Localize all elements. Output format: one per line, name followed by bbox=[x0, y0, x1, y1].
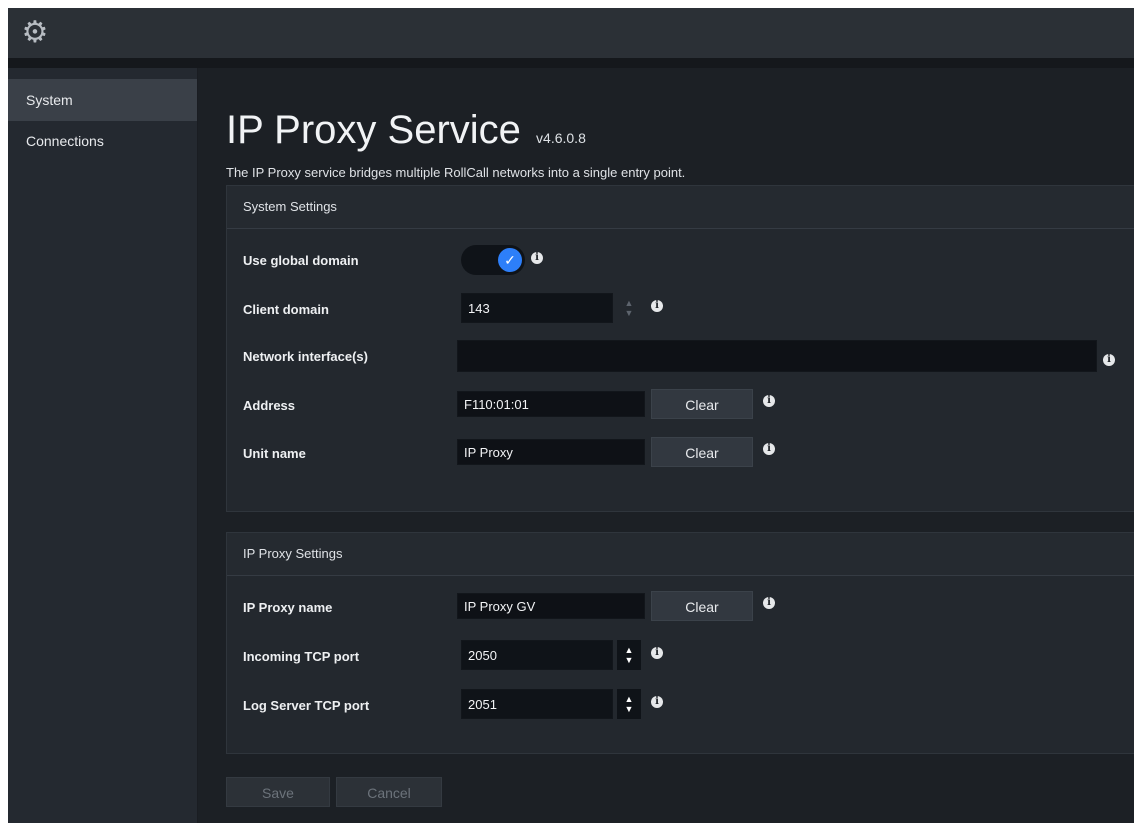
proxy-name-input[interactable]: IP Proxy GV bbox=[457, 593, 645, 619]
page-title-text: IP Proxy Service bbox=[226, 108, 521, 152]
log-port-stepper[interactable]: ▲ ▼ bbox=[617, 689, 641, 719]
network-interfaces-input[interactable] bbox=[457, 340, 1097, 372]
proxy-name-row: IP Proxy name IP Proxy GV Clear i bbox=[227, 591, 1134, 625]
log-port-row: Log Server TCP port 2051 ▲ ▼ i bbox=[227, 689, 1134, 723]
use-global-domain-label: Use global domain bbox=[243, 253, 359, 268]
unit-name-input[interactable]: IP Proxy bbox=[457, 439, 645, 465]
chevron-up-icon: ▲ bbox=[624, 298, 634, 308]
info-icon[interactable]: i bbox=[651, 647, 663, 659]
address-row: Address F110:01:01 Clear i bbox=[227, 389, 1134, 423]
page-subtitle: The IP Proxy service bridges multiple Ro… bbox=[226, 165, 686, 180]
client-domain-label: Client domain bbox=[243, 302, 329, 317]
version-label: v4.6.0.8 bbox=[536, 130, 586, 146]
chevron-down-icon: ▼ bbox=[624, 704, 634, 714]
chevron-down-icon: ▼ bbox=[624, 655, 634, 665]
address-clear-button[interactable]: Clear bbox=[651, 389, 753, 419]
client-domain-stepper[interactable]: ▲ ▼ bbox=[617, 293, 641, 323]
network-interfaces-row: Network interface(s) i bbox=[227, 340, 1134, 374]
proxy-name-label: IP Proxy name bbox=[243, 600, 333, 615]
system-settings-header: System Settings bbox=[227, 186, 1134, 229]
sidebar-item-label: System bbox=[26, 92, 73, 108]
sidebar-item-connections[interactable]: Connections bbox=[8, 121, 197, 161]
chevron-down-icon: ▼ bbox=[624, 308, 634, 318]
top-bar: ⚙ bbox=[8, 8, 1134, 58]
unit-name-label: Unit name bbox=[243, 446, 306, 461]
client-domain-row: Client domain 143 ▲ ▼ i bbox=[227, 293, 1134, 327]
client-domain-input[interactable]: 143 bbox=[461, 293, 613, 323]
main-content: IP Proxy Service v4.6.0.8 The IP Proxy s… bbox=[198, 68, 1134, 823]
incoming-port-stepper[interactable]: ▲ ▼ bbox=[617, 640, 641, 670]
info-icon[interactable]: i bbox=[651, 696, 663, 708]
log-port-input[interactable]: 2051 bbox=[461, 689, 613, 719]
use-global-domain-toggle[interactable]: ✓ bbox=[461, 245, 525, 275]
save-button[interactable]: Save bbox=[226, 777, 330, 807]
check-icon: ✓ bbox=[498, 248, 522, 272]
network-interfaces-label: Network interface(s) bbox=[243, 349, 368, 364]
page-title: IP Proxy Service v4.6.0.8 bbox=[226, 108, 586, 153]
chevron-up-icon: ▲ bbox=[624, 645, 634, 655]
app-window: ⚙ System Connections IP Proxy Service v4… bbox=[8, 8, 1134, 823]
log-port-label: Log Server TCP port bbox=[243, 698, 370, 713]
address-input[interactable]: F110:01:01 bbox=[457, 391, 645, 417]
proxy-name-clear-button[interactable]: Clear bbox=[651, 591, 753, 621]
gear-icon[interactable]: ⚙ bbox=[20, 18, 50, 48]
cancel-button[interactable]: Cancel bbox=[336, 777, 442, 807]
incoming-port-input[interactable]: 2050 bbox=[461, 640, 613, 670]
incoming-port-row: Incoming TCP port 2050 ▲ ▼ i bbox=[227, 640, 1134, 674]
unit-name-clear-button[interactable]: Clear bbox=[651, 437, 753, 467]
info-icon[interactable]: i bbox=[763, 597, 775, 609]
address-label: Address bbox=[243, 398, 296, 413]
chevron-up-icon: ▲ bbox=[624, 694, 634, 704]
proxy-settings-header: IP Proxy Settings bbox=[227, 533, 1134, 576]
sidebar-item-label: Connections bbox=[26, 133, 104, 149]
info-icon[interactable]: i bbox=[763, 443, 775, 455]
info-icon[interactable]: i bbox=[763, 395, 775, 407]
info-icon[interactable]: i bbox=[651, 300, 663, 312]
unit-name-row: Unit name IP Proxy Clear i bbox=[227, 437, 1134, 471]
use-global-domain-row: Use global domain ✓ i bbox=[227, 244, 1134, 278]
sidebar-item-system[interactable]: System bbox=[8, 79, 197, 121]
system-settings-panel: System Settings Use global domain ✓ i Cl… bbox=[226, 185, 1134, 512]
incoming-port-label: Incoming TCP port bbox=[243, 649, 360, 664]
info-icon[interactable]: i bbox=[531, 252, 543, 264]
sidebar: System Connections bbox=[8, 68, 198, 823]
proxy-settings-panel: IP Proxy Settings IP Proxy name IP Proxy… bbox=[226, 532, 1134, 754]
info-icon[interactable]: i bbox=[1103, 354, 1115, 366]
top-bar-divider bbox=[8, 58, 1134, 68]
